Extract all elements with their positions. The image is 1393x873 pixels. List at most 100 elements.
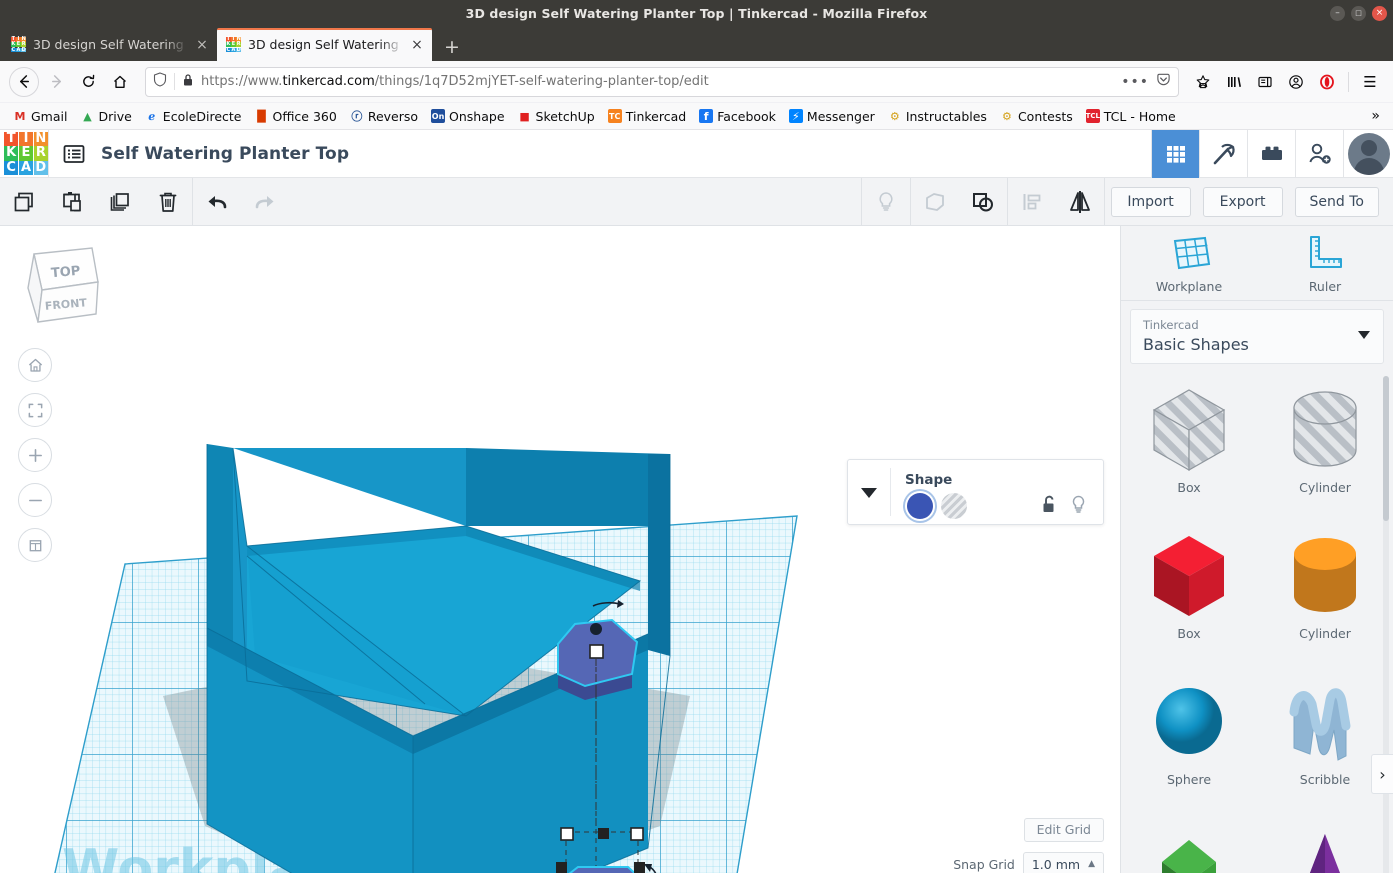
shape-library-item[interactable]: Cylinder: [1257, 374, 1393, 514]
bookmark-item[interactable]: ⚙ Instructables: [882, 107, 993, 126]
close-button[interactable]: ×: [1372, 6, 1387, 21]
shape-library-picker[interactable]: Tinkercad Basic Shapes: [1130, 309, 1384, 364]
export-button[interactable]: Export: [1202, 186, 1283, 217]
zoom-out-button[interactable]: [18, 483, 52, 517]
view-cube[interactable]: TOP FRONT: [16, 240, 108, 332]
paste-button[interactable]: [48, 178, 96, 226]
workplane-tool[interactable]: Workplane: [1121, 226, 1257, 300]
tinkercad-logo[interactable]: TINKERCAD: [0, 131, 48, 176]
3d-scene[interactable]: Workplane: [0, 226, 1120, 873]
duplicate-button[interactable]: [96, 178, 144, 226]
fit-to-view-button[interactable]: [18, 393, 52, 427]
delete-button[interactable]: [144, 178, 192, 226]
bookmark-item[interactable]: M Gmail: [7, 107, 73, 126]
unlock-icon[interactable]: [1041, 495, 1058, 518]
cone-shape-icon: [1280, 820, 1370, 873]
header-tab-minecraft[interactable]: [1199, 129, 1247, 178]
undo-button[interactable]: [193, 178, 241, 226]
align-button: [1008, 178, 1056, 226]
bookmarks-overflow-icon[interactable]: »: [1365, 108, 1386, 124]
sidebar-collapse-toggle[interactable]: ›: [1371, 754, 1393, 794]
ortho-perspective-button[interactable]: [18, 528, 52, 562]
sidebar-icon[interactable]: [1251, 68, 1279, 96]
bookmark-item[interactable]: ⚙ Contests: [994, 107, 1079, 126]
send-to-button[interactable]: Send To: [1294, 186, 1379, 217]
shield-icon[interactable]: [153, 72, 167, 91]
bookmark-item[interactable]: ■ SketchUp: [512, 107, 601, 126]
shape-library-grid[interactable]: Box Cylinder Box Cylinder Sphere Scribbl…: [1121, 364, 1393, 873]
shape-panel-tools: [1041, 495, 1103, 518]
shape-library-item[interactable]: Cylinder: [1257, 520, 1393, 660]
bookmark-favicon-icon: █: [257, 109, 266, 123]
header-tab-invite[interactable]: [1295, 129, 1343, 178]
lightbulb-icon[interactable]: [1070, 495, 1087, 518]
tab-close-icon[interactable]: ×: [195, 38, 209, 52]
shape-panel-collapse-icon[interactable]: [848, 459, 890, 525]
chevron-down-icon[interactable]: [1357, 329, 1371, 344]
browser-tab-2[interactable]: TIN KER CAD 3D design Self Watering ×: [217, 28, 432, 61]
page-actions-icon[interactable]: •••: [1121, 74, 1149, 90]
bookmark-star-icon[interactable]: [1189, 68, 1217, 96]
shape-library-item[interactable]: Box: [1121, 520, 1257, 660]
zoom-in-button[interactable]: [18, 438, 52, 472]
hole-swatch[interactable]: [941, 493, 967, 519]
url-text[interactable]: https://www.tinkercad.com/things/1q7D52m…: [201, 74, 1114, 89]
ruler-tool[interactable]: Ruler: [1257, 226, 1393, 300]
maximize-button[interactable]: □: [1351, 6, 1366, 21]
home-view-button[interactable]: [18, 348, 52, 382]
bookmark-label: Reverso: [367, 108, 419, 124]
reload-button[interactable]: [73, 67, 103, 97]
edit-grid-button[interactable]: Edit Grid: [1023, 818, 1104, 842]
copy-button[interactable]: [0, 178, 48, 226]
bookmark-item[interactable]: f Facebook: [693, 107, 782, 126]
rotate-handle-dot[interactable]: [590, 623, 602, 635]
opera-icon[interactable]: [1313, 68, 1341, 96]
browser-tab-1[interactable]: TIN KER CAD 3D design Self Watering ×: [2, 28, 217, 61]
pocket-icon[interactable]: [1156, 72, 1171, 91]
tinkercad-header: TINKERCAD Self Watering Planter Top: [0, 129, 1393, 178]
bookmark-label: Gmail: [31, 108, 68, 124]
bookmark-item[interactable]: ⚡ Messenger: [783, 107, 881, 126]
bookmark-item[interactable]: ℯ EcoleDirecte: [139, 107, 248, 126]
bookmark-item[interactable]: On Onshape: [425, 107, 510, 126]
3d-canvas[interactable]: Workplane TOP FRONT: [0, 226, 1120, 873]
bookmark-item[interactable]: TCL TCL - Home: [1080, 107, 1182, 126]
library-icon[interactable]: [1220, 68, 1248, 96]
bookmark-item[interactable]: █ Office 360: [249, 107, 343, 126]
account-icon[interactable]: [1282, 68, 1310, 96]
solid-swatch[interactable]: [907, 493, 933, 519]
shape-library-item[interactable]: [1121, 812, 1257, 873]
bookmark-item[interactable]: ▲ Drive: [74, 107, 137, 126]
shape-library-item[interactable]: [1257, 812, 1393, 873]
url-bar[interactable]: https://www.tinkercad.com/things/1q7D52m…: [145, 66, 1179, 97]
window-title: 3D design Self Watering Planter Top | Ti…: [465, 6, 928, 21]
roof-shape-icon: [1144, 820, 1234, 873]
shape-library-item[interactable]: Box: [1121, 374, 1257, 514]
design-title[interactable]: Self Watering Planter Top: [99, 144, 349, 164]
back-button[interactable]: [9, 66, 39, 97]
snap-grid-select[interactable]: 1.0 mm ▲: [1022, 852, 1104, 873]
ungroup-button[interactable]: [959, 178, 1007, 226]
tab-close-icon[interactable]: ×: [410, 38, 424, 52]
lock-icon[interactable]: [182, 73, 194, 91]
mirror-button[interactable]: [1056, 178, 1104, 226]
design-menu-icon[interactable]: [63, 143, 85, 165]
sidebar-scrollbar-thumb[interactable]: [1383, 376, 1389, 521]
import-button[interactable]: Import: [1110, 186, 1191, 217]
shape-type-swatches: [905, 493, 1103, 519]
minimize-button[interactable]: –: [1330, 6, 1345, 21]
shape-library-item[interactable]: Sphere: [1121, 666, 1257, 806]
box-shape-icon: [1144, 528, 1234, 624]
scale-handle[interactable]: [589, 644, 604, 659]
user-avatar[interactable]: [1343, 129, 1393, 178]
bookmark-favicon-icon: ⚙: [889, 109, 900, 123]
firefox-menu-button[interactable]: ☰: [1356, 68, 1384, 96]
header-tab-grid-view[interactable]: [1151, 129, 1199, 178]
new-tab-button[interactable]: +: [432, 38, 470, 61]
home-button[interactable]: [105, 67, 135, 97]
viewcube-top-label[interactable]: TOP: [50, 264, 81, 282]
bookmark-item[interactable]: ⓡ Reverso: [344, 107, 424, 126]
tinkercad-logo-icon[interactable]: TINKERCAD: [4, 131, 48, 176]
bookmark-item[interactable]: TC Tinkercad: [602, 107, 692, 126]
header-tab-blocks[interactable]: [1247, 129, 1295, 178]
